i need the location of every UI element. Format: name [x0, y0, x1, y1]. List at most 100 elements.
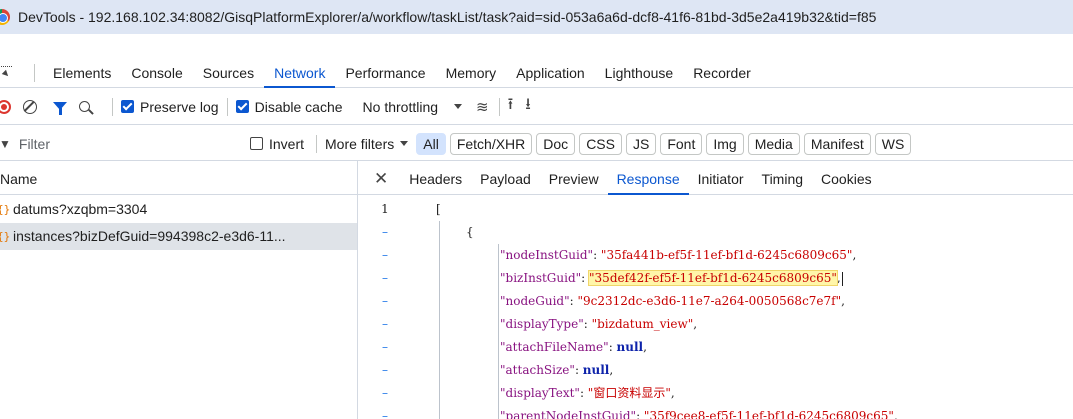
divider [34, 63, 35, 82]
json-key: "attachSize" [500, 363, 575, 377]
response-viewer[interactable]: 1 – – – – – – – – – [ { "nodeInstGuid": … [358, 198, 1073, 419]
json-null: null [582, 363, 610, 377]
close-icon[interactable]: ✕ [374, 169, 388, 189]
filter-chip-fetch-xhr[interactable]: Fetch/XHR [449, 132, 533, 155]
xhr-icon: {} [0, 203, 11, 216]
divider [112, 97, 113, 116]
json-key: "displayType" [500, 317, 584, 331]
fold-marker[interactable]: – [358, 290, 418, 313]
fold-marker[interactable]: – [358, 313, 418, 336]
filter-placeholder: Filter [18, 135, 51, 152]
fold-marker[interactable]: – [358, 405, 418, 419]
funnel-icon: ▼ [0, 136, 11, 151]
tab-recorder[interactable]: Recorder [683, 58, 761, 88]
code-lines: [ { "nodeInstGuid": "35fa441b-ef5f-11ef-… [436, 198, 1073, 419]
filter-chip-font[interactable]: Font [660, 132, 703, 155]
name-column-header[interactable]: Name [0, 163, 357, 195]
tab-preview[interactable]: Preview [540, 163, 608, 195]
window-titlebar: DevTools - 192.168.102.34:8082/GisqPlatf… [0, 0, 1073, 34]
text-cursor [841, 271, 843, 286]
code-line: "displayType": "bizdatum_view", [500, 317, 698, 331]
request-row[interactable]: {} datums?xzqbm=3304 [0, 196, 357, 223]
request-row-selected[interactable]: {} instances?bizDefGuid=994398c2-e3d6-11… [0, 223, 357, 250]
filter-toggle-icon[interactable] [53, 101, 67, 115]
tab-sources[interactable]: Sources [193, 58, 264, 88]
throttling-select[interactable]: No throttling [363, 99, 438, 115]
code-line: "parentNodeInstGuid": "35f9cee8-ef5f-11e… [436, 405, 1073, 419]
chevron-down-icon[interactable] [454, 104, 463, 109]
code-line: "displayText": "窗口资料显示", [500, 386, 675, 400]
more-filters-button[interactable]: More filters [325, 136, 394, 152]
search-icon[interactable] [79, 101, 90, 112]
code-line: "bizInstGuid": "35def42f-ef5f-11ef-bf1d-… [500, 270, 843, 286]
tab-network[interactable]: Network [264, 58, 336, 88]
filter-chip-js[interactable]: JS [625, 132, 657, 155]
fold-marker[interactable]: – [358, 359, 418, 382]
xhr-icon: {} [0, 230, 11, 243]
tab-response[interactable]: Response [607, 163, 689, 195]
line-number: 1 [381, 202, 389, 216]
tab-headers[interactable]: Headers [400, 163, 471, 195]
tab-payload[interactable]: Payload [471, 163, 540, 195]
request-list: {} datums?xzqbm=3304 {} instances?bizDef… [0, 196, 357, 250]
fold-marker[interactable]: – [358, 336, 418, 359]
disable-cache-checkbox[interactable] [235, 100, 249, 113]
divider [316, 134, 318, 153]
fold-marker[interactable]: – [358, 382, 418, 405]
export-har-icon[interactable]: ⭳ [525, 93, 531, 120]
fold-marker[interactable]: – [358, 267, 418, 290]
disable-cache-label[interactable]: Disable cache [255, 99, 343, 115]
json-string: "9c2312dc-e3d6-11e7-a264-0050568c7e7f" [577, 294, 842, 308]
filter-chip-doc[interactable]: Doc [536, 132, 576, 155]
json-string: "35f9cee8-ef5f-11ef-bf1d-6245c6809c65" [643, 409, 894, 419]
json-string: "35fa441b-ef5f-11ef-bf1d-6245c6809c65" [600, 248, 853, 262]
import-har-icon[interactable]: ⭱ [508, 93, 514, 120]
divider [226, 97, 228, 116]
json-string: "bizdatum_view" [591, 317, 694, 331]
fold-marker[interactable]: – [358, 244, 418, 267]
preserve-log-checkbox[interactable] [121, 100, 134, 113]
network-conditions-icon[interactable]: ≋ [476, 98, 489, 116]
code-line: [ [436, 198, 1073, 221]
request-name: instances?bizDefGuid=994398c2-e3d6-11... [13, 228, 286, 244]
tab-performance[interactable]: Performance [335, 58, 435, 88]
tab-console[interactable]: Console [121, 58, 192, 88]
request-detail-tabs: ✕ Headers Payload Preview Response Initi… [358, 163, 1073, 195]
tab-timing[interactable]: Timing [753, 163, 813, 195]
json-key: "nodeGuid" [500, 294, 570, 308]
preserve-log-label[interactable]: Preserve log [140, 99, 219, 115]
clear-icon[interactable] [23, 99, 37, 114]
json-string-highlighted: "35def42f-ef5f-11ef-bf1d-6245c6809c65" [588, 270, 838, 286]
line-gutter: 1 – – – – – – – – – [358, 198, 418, 419]
tab-elements[interactable]: Elements [43, 58, 121, 88]
code-line: { [436, 221, 1073, 244]
json-string: "窗口资料显示" [587, 386, 671, 400]
filter-bar: ▼ Filter Invert More filters All Fetch/X… [0, 127, 1073, 161]
record-stop-icon[interactable] [0, 99, 11, 114]
inspect-element-icon[interactable] [0, 65, 12, 80]
chevron-down-icon[interactable] [400, 141, 409, 146]
tab-initiator[interactable]: Initiator [689, 163, 753, 195]
tab-cookies[interactable]: Cookies [812, 163, 881, 195]
divider [498, 97, 500, 116]
filter-chip-manifest[interactable]: Manifest [803, 132, 871, 155]
json-null: null [616, 340, 644, 354]
code-line: "attachFileName": null, [500, 340, 647, 354]
invert-checkbox[interactable] [250, 137, 263, 150]
filter-chip-media[interactable]: Media [747, 132, 800, 155]
filter-input[interactable]: ▼ Filter [0, 132, 250, 156]
filter-chip-img[interactable]: Img [706, 132, 744, 155]
filter-chip-css[interactable]: CSS [579, 132, 622, 155]
json-key: "bizInstGuid" [500, 271, 582, 285]
tab-memory[interactable]: Memory [436, 58, 507, 88]
filter-chip-all[interactable]: All [416, 132, 446, 155]
filter-chip-ws[interactable]: WS [874, 132, 912, 155]
devtools-panel-tabs: Elements Console Sources Network Perform… [0, 58, 1073, 88]
invert-label[interactable]: Invert [269, 136, 304, 152]
json-key: "parentNodeInstGuid" [500, 409, 637, 419]
tab-lighthouse[interactable]: Lighthouse [595, 58, 684, 88]
json-brace: { [466, 225, 474, 239]
json-key: "displayText" [500, 386, 580, 400]
fold-marker[interactable]: – [358, 221, 418, 244]
tab-application[interactable]: Application [506, 58, 595, 88]
